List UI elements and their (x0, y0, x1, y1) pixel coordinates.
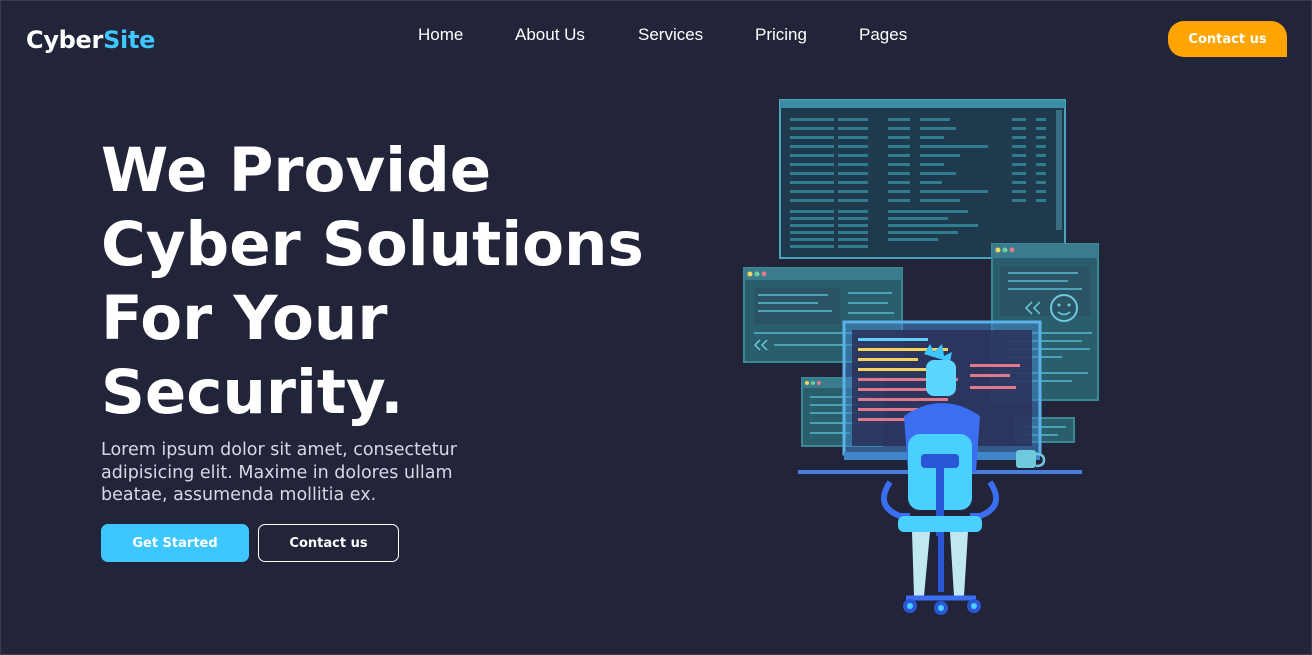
hacker-illustration (743, 99, 1099, 615)
nav-link-about-us[interactable]: About Us (515, 25, 585, 45)
logo-text-accent: Site (103, 26, 156, 54)
hero-contact-button[interactable]: Contact us (258, 524, 399, 562)
nav-link-home[interactable]: Home (418, 25, 463, 45)
nav-link-services[interactable]: Services (638, 25, 703, 45)
nav-link-pricing[interactable]: Pricing (755, 25, 807, 45)
hero-title: We Provide Cyber Solutions For Your Secu… (101, 135, 644, 428)
hero-description: Lorem ipsum dolor sit amet, consectetur … (101, 440, 457, 505)
site-logo[interactable]: CyberSite (26, 26, 155, 54)
get-started-button[interactable]: Get Started (101, 524, 249, 562)
terminal-window (779, 99, 1066, 259)
logo-text-primary: Cyber (26, 26, 104, 54)
nav-link-pages[interactable]: Pages (859, 25, 907, 45)
header-contact-button[interactable]: Contact us (1168, 21, 1287, 57)
